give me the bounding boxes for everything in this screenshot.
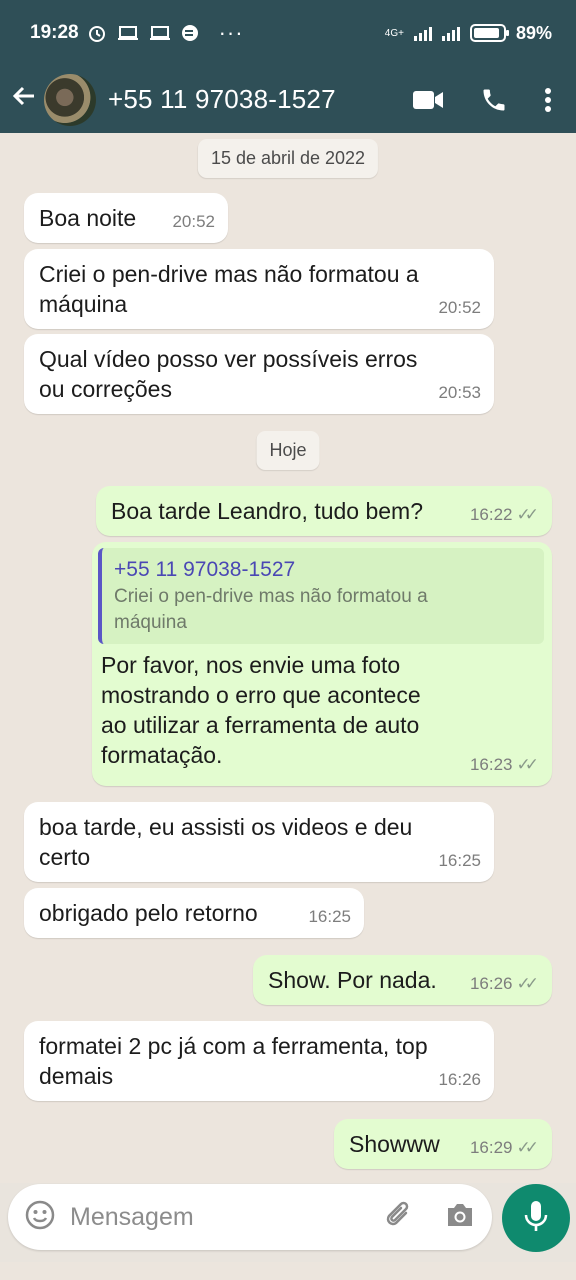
message-time: 16:22 [469,505,513,524]
message-incoming[interactable]: obrigado pelo retorno 16:25 [24,888,364,938]
message-incoming[interactable]: formatei 2 pc já com a ferramenta, top d… [24,1021,494,1101]
message-outgoing[interactable]: Boa tarde Leandro, tudo bem? 16:22 ✓✓ [96,486,552,536]
top-bar: 19:28 ··· 4G+ 89% +55 11 97038-1527 [0,0,576,133]
message-meta: 16:25 [308,902,351,932]
message-incoming[interactable]: Boa noite 20:52 [24,193,228,243]
back-arrow-icon[interactable] [10,81,42,118]
message-time: 20:52 [438,298,481,317]
laptop-icon [117,26,138,40]
battery-percent: 89% [515,22,552,43]
message-time: 16:23 [469,755,513,774]
message-time: 20:52 [172,212,215,231]
message-meta: 16:26 [438,1065,481,1095]
status-time: 19:28 [30,22,79,43]
message-text: formatei 2 pc já com a ferramenta, top d… [39,1033,428,1089]
network-type: 4G+ [384,27,404,39]
quoted-message[interactable]: +55 11 97038-1527 Criei o pen-drive mas … [98,548,544,644]
message-time: 16:26 [438,1070,481,1089]
message-outgoing-reply[interactable]: +55 11 97038-1527 Criei o pen-drive mas … [92,542,552,786]
message-meta: 20:53 [438,378,481,408]
emoji-icon[interactable] [24,1199,56,1236]
chat-area[interactable]: 15 de abril de 2022 Boa noite 20:52 Crie… [0,133,576,1183]
message-meta: 16:22 ✓✓ [470,500,539,530]
attach-icon[interactable] [384,1199,414,1236]
mic-icon [523,1199,549,1238]
message-time: 16:29 [469,1138,513,1157]
alarm-icon [88,26,105,42]
battery-icon [469,24,509,42]
message-input[interactable]: Mensagem [70,1203,384,1232]
date-separator: Hoje [256,431,320,470]
message-text: boa tarde, eu assisti os videos e deu ce… [39,814,413,870]
camera-icon[interactable] [444,1201,476,1234]
mic-button[interactable] [502,1184,570,1252]
quoted-sender: +55 11 97038-1527 [114,558,296,581]
signal-icon [441,25,460,41]
video-call-icon[interactable] [410,82,446,118]
message-time: 20:53 [438,383,481,402]
message-text: Criei o pen-drive mas não formatou a máq… [39,261,419,317]
message-incoming[interactable]: Criei o pen-drive mas não formatou a máq… [24,249,494,329]
message-time: 16:25 [308,907,351,926]
status-system-icons: 4G+ 89% [385,23,552,44]
signal-icon [413,25,432,41]
laptop-icon [149,26,170,40]
message-outgoing[interactable]: Show. Por nada. 16:26 ✓✓ [253,955,552,1005]
app-icon [181,25,198,41]
status-bar: 19:28 ··· 4G+ 89% [0,0,576,66]
message-time: 16:26 [469,974,513,993]
message-time: 16:25 [438,851,481,870]
message-meta: 20:52 [172,207,215,237]
navigation-bar [0,1262,576,1280]
status-notification-icons: ··· [87,20,244,46]
message-outgoing[interactable]: Showww 16:29 ✓✓ [334,1119,552,1169]
double-check-icon: ✓✓ [516,505,539,524]
more-notifications-icon: ··· [218,20,244,45]
chat-header: +55 11 97038-1527 [0,66,576,133]
contact-name[interactable]: +55 11 97038-1527 [108,84,380,115]
message-text: Qual vídeo posso ver possíveis erros ou … [39,346,418,402]
avatar[interactable] [44,73,96,126]
message-meta: 16:25 [438,846,481,876]
message-meta: 16:26 ✓✓ [470,969,539,999]
message-incoming[interactable]: Qual vídeo posso ver possíveis erros ou … [24,334,494,414]
message-input-bar: Mensagem [8,1184,492,1250]
message-meta: 16:23 ✓✓ [470,750,539,780]
double-check-icon: ✓✓ [516,974,539,993]
date-separator: 15 de abril de 2022 [197,139,379,178]
more-vert-icon[interactable] [538,82,558,118]
quoted-text: Criei o pen-drive mas não formatou a máq… [114,586,428,633]
message-text: obrigado pelo retorno [39,900,258,926]
message-incoming[interactable]: boa tarde, eu assisti os videos e deu ce… [24,802,494,882]
message-meta: 20:52 [438,293,481,323]
phone-icon[interactable] [476,82,512,118]
message-meta: 16:29 ✓✓ [470,1133,539,1163]
double-check-icon: ✓✓ [516,755,539,774]
double-check-icon: ✓✓ [516,1138,539,1157]
